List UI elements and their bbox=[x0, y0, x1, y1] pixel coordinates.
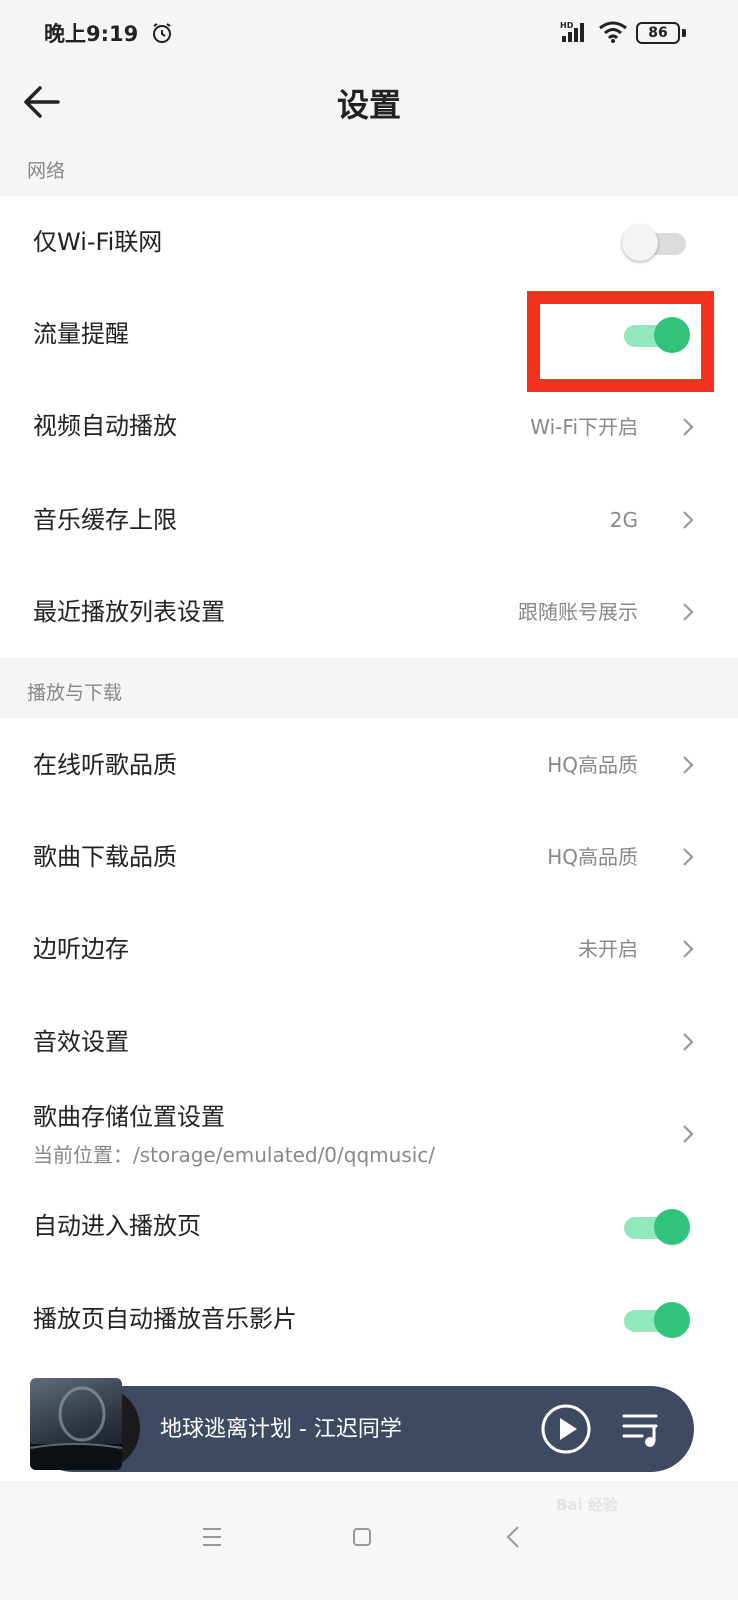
setting-sound-effect[interactable]: 音效设置 bbox=[0, 994, 738, 1086]
setting-value: 2G bbox=[609, 508, 638, 532]
watermark-logo: Bai 经验 bbox=[556, 1496, 618, 1514]
setting-label: 歌曲存储位置设置 bbox=[33, 1103, 225, 1131]
setting-label: 自动进入播放页 bbox=[33, 1212, 201, 1240]
section-label: 播放与下载 bbox=[27, 682, 123, 704]
setting-wifi-only[interactable]: 仅Wi-Fi联网 bbox=[0, 196, 738, 288]
setting-storage-location[interactable]: 歌曲存储位置设置 当前位置：/storage/emulated/0/qqmusi… bbox=[0, 1086, 738, 1182]
page-title: 设置 bbox=[336, 86, 401, 124]
section-header-playback: 播放与下载 bbox=[0, 658, 738, 718]
setting-recent-list[interactable]: 最近播放列表设置 跟随账号展示 bbox=[0, 564, 738, 658]
setting-video-autoplay[interactable]: 视频自动播放 Wi-Fi下开启 bbox=[0, 380, 738, 472]
setting-label: 最近播放列表设置 bbox=[33, 598, 225, 626]
setting-value: HQ高品质 bbox=[547, 753, 638, 777]
battery-icon: 86 bbox=[636, 22, 680, 44]
highlight-box bbox=[527, 291, 714, 392]
chevron-right-icon bbox=[683, 511, 694, 529]
setting-cache-limit[interactable]: 音乐缓存上限 2G bbox=[0, 472, 738, 564]
setting-label: 音效设置 bbox=[33, 1028, 129, 1056]
menu-icon[interactable] bbox=[188, 1513, 236, 1561]
auto-enter-player-toggle[interactable] bbox=[622, 1207, 690, 1247]
chevron-right-icon bbox=[683, 940, 694, 958]
app-header: 设置 bbox=[0, 70, 738, 136]
section-label: 网络 bbox=[27, 160, 66, 182]
chevron-right-icon bbox=[683, 848, 694, 866]
setting-label: 音乐缓存上限 bbox=[33, 506, 177, 534]
setting-value: Wi-Fi下开启 bbox=[530, 415, 638, 439]
setting-listen-save[interactable]: 边听边存 未开启 bbox=[0, 902, 738, 994]
setting-label: 流量提醒 bbox=[33, 320, 129, 348]
battery-level: 86 bbox=[648, 25, 668, 41]
battery-tip bbox=[682, 29, 686, 37]
setting-download-quality[interactable]: 歌曲下载品质 HQ高品质 bbox=[0, 810, 738, 902]
setting-label: 视频自动播放 bbox=[33, 412, 177, 440]
setting-label: 播放页自动播放音乐影片 bbox=[33, 1305, 297, 1333]
play-icon[interactable] bbox=[540, 1403, 592, 1455]
hd-label: HD bbox=[560, 21, 574, 30]
home-icon[interactable] bbox=[338, 1513, 386, 1561]
status-bar: 晚上9:19 HD 86 bbox=[0, 0, 738, 70]
playlist-icon[interactable] bbox=[620, 1408, 664, 1452]
setting-value: HQ高品质 bbox=[547, 845, 638, 869]
setting-label: 边听边存 bbox=[33, 935, 129, 963]
wifi-only-toggle[interactable] bbox=[622, 223, 690, 263]
auto-play-video-toggle[interactable] bbox=[622, 1300, 690, 1340]
status-time: 晚上9:19 bbox=[44, 22, 139, 46]
song-title[interactable]: 地球逃离计划 - 江迟同学 bbox=[160, 1411, 402, 1443]
setting-label: 歌曲下载品质 bbox=[33, 843, 177, 871]
chevron-right-icon bbox=[683, 756, 694, 774]
back-icon[interactable] bbox=[490, 1513, 538, 1561]
setting-label: 在线听歌品质 bbox=[33, 751, 177, 779]
setting-value: 跟随账号展示 bbox=[518, 600, 638, 624]
album-cover[interactable] bbox=[30, 1378, 122, 1470]
alarm-icon bbox=[153, 23, 171, 43]
setting-subtext: 当前位置：/storage/emulated/0/qqmusic/ bbox=[33, 1143, 436, 1167]
chevron-right-icon bbox=[683, 418, 694, 436]
wifi-icon bbox=[599, 21, 627, 43]
setting-value: 未开启 bbox=[578, 937, 638, 961]
setting-auto-enter-player[interactable]: 自动进入播放页 bbox=[0, 1182, 738, 1274]
chevron-right-icon bbox=[683, 603, 694, 621]
setting-online-quality[interactable]: 在线听歌品质 HQ高品质 bbox=[0, 718, 738, 810]
album-art-image bbox=[30, 1386, 122, 1470]
cellular-signal-icon: HD bbox=[560, 21, 584, 42]
chevron-right-icon bbox=[683, 1033, 694, 1051]
setting-label: 仅Wi-Fi联网 bbox=[33, 228, 163, 256]
setting-auto-play-video[interactable]: 播放页自动播放音乐影片 bbox=[0, 1274, 738, 1384]
chevron-right-icon bbox=[683, 1125, 694, 1143]
section-header-network: 网络 bbox=[0, 136, 738, 196]
